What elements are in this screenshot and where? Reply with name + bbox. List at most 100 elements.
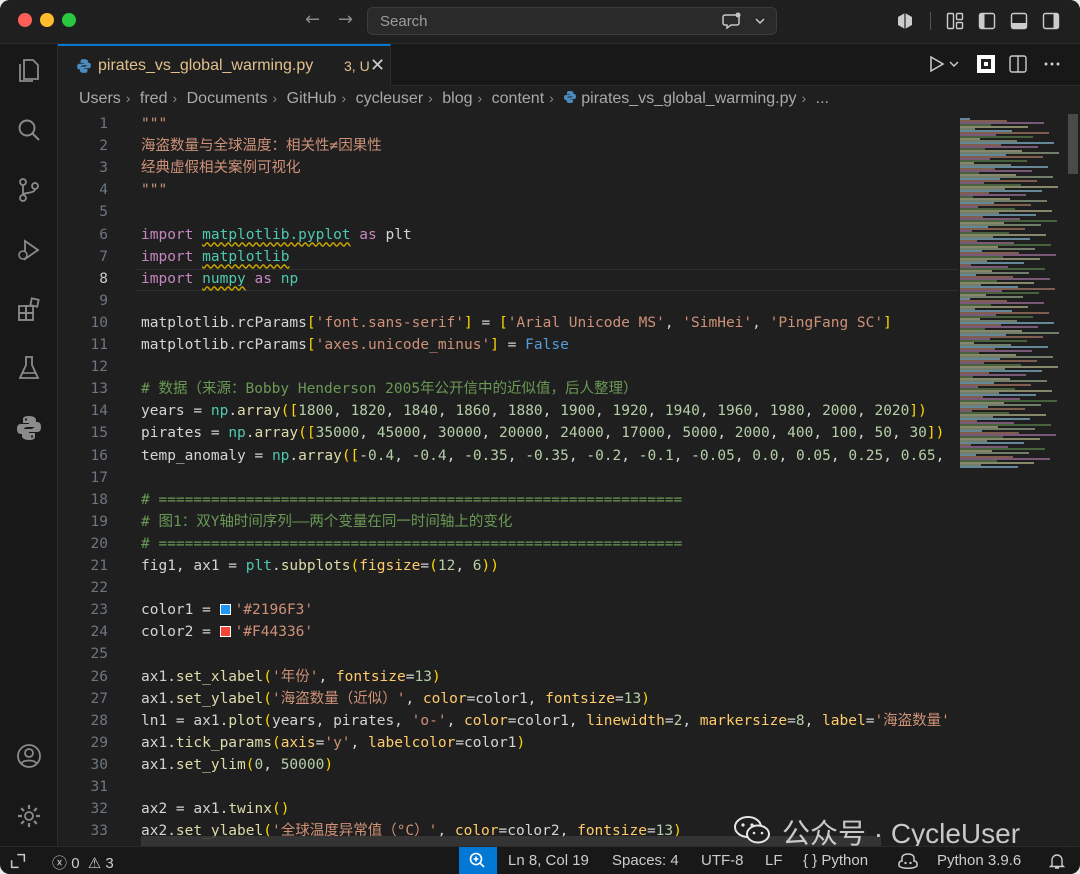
chevron-right-icon: ›: [477, 90, 483, 106]
python-interpreter[interactable]: Python 3.9.6: [937, 852, 1021, 869]
code-line[interactable]: # 图1：双Y轴时间序列——两个变量在同一时间轴上的变化: [141, 511, 512, 533]
settings-gear-icon[interactable]: [15, 802, 43, 830]
zoom-indicator[interactable]: [459, 847, 497, 874]
problems-indicator[interactable]: ⓧ 0 ⚠ 3: [52, 852, 114, 873]
line-number: 28: [90, 712, 108, 729]
line-number: 18: [90, 491, 108, 508]
toggle-secondary-sidebar-icon[interactable]: [1042, 12, 1060, 30]
back-arrow-icon[interactable]: ←: [305, 9, 320, 30]
code-line[interactable]: import numpy as np: [141, 268, 298, 290]
code-line[interactable]: """: [141, 179, 167, 201]
forward-arrow-icon[interactable]: →: [338, 9, 353, 30]
code-line[interactable]: import matplotlib.pyplot as plt: [141, 224, 412, 246]
account-cube-icon[interactable]: [896, 12, 914, 30]
code-line[interactable]: # ======================================…: [141, 489, 682, 511]
breadcrumb-item-github[interactable]: GitHub: [287, 90, 337, 107]
copilot-chat-icon[interactable]: [722, 12, 742, 30]
warning-count: 3: [105, 855, 114, 872]
warning-triangle-icon: ⚠: [87, 855, 102, 872]
tab-close-icon[interactable]: ✕: [370, 55, 385, 76]
breadcrumb-item-cycleuser[interactable]: cycleuser: [356, 90, 424, 107]
vertical-scrollbar[interactable]: [1066, 114, 1080, 846]
code-line[interactable]: ax2 = ax1.twinx(): [141, 798, 289, 820]
minimap-line: [960, 466, 1018, 468]
copilot-icon[interactable]: [898, 852, 918, 870]
window-maximize-button[interactable]: [62, 13, 76, 27]
run-and-debug-icon[interactable]: [15, 236, 43, 264]
toggle-primary-sidebar-icon[interactable]: [978, 12, 996, 30]
indentation[interactable]: Spaces: 4: [612, 852, 679, 869]
code-line[interactable]: years = np.array([1800, 1820, 1840, 1860…: [141, 400, 927, 422]
code-line[interactable]: matplotlib.rcParams['axes.unicode_minus'…: [141, 334, 569, 356]
code-line[interactable]: ax1.set_ylim(0, 50000): [141, 754, 333, 776]
tab-filename: pirates_vs_global_warming.py: [98, 57, 314, 74]
customize-layout-icon[interactable]: [946, 12, 964, 30]
more-actions-icon[interactable]: [1042, 54, 1062, 74]
open-changes-icon[interactable]: [976, 54, 996, 74]
line-number: 3: [99, 160, 108, 177]
chevron-right-icon: ›: [272, 90, 278, 106]
code-line[interactable]: # ======================================…: [141, 533, 682, 555]
breadcrumb-item-fred[interactable]: fred: [140, 90, 168, 107]
scrollbar-thumb[interactable]: [1068, 114, 1078, 174]
language-mode[interactable]: { } Python: [803, 852, 868, 869]
status-bar: ⓧ 0 ⚠ 3 Ln 8, Col 19 Spaces: 4 UTF-8 LF …: [0, 846, 1080, 874]
line-number: 7: [99, 248, 108, 265]
code-line[interactable]: color1 = '#2196F3': [141, 599, 313, 621]
line-number: 5: [99, 204, 108, 221]
code-line[interactable]: pirates = np.array([35000, 45000, 30000,…: [141, 422, 944, 444]
cursor-position[interactable]: Ln 8, Col 19: [508, 852, 589, 869]
window-close-button[interactable]: [18, 13, 32, 27]
line-number: 9: [99, 292, 108, 309]
code-line[interactable]: matplotlib.rcParams['font.sans-serif'] =…: [141, 312, 892, 334]
breadcrumb-item-content[interactable]: content: [492, 90, 544, 107]
file-encoding[interactable]: UTF-8: [701, 852, 744, 869]
breadcrumb-item-documents[interactable]: Documents: [187, 90, 268, 107]
source-control-icon[interactable]: [15, 176, 43, 204]
title-bar: ← → Search: [0, 0, 1080, 44]
extensions-icon[interactable]: [15, 296, 43, 324]
code-line[interactable]: # 数据（来源：Bobby Henderson 2005年公开信中的近似值，后人…: [141, 378, 638, 400]
code-editor[interactable]: 1 2 3 4 5 6 7 8 9 10 11 12 13 14 15 16 17 18 19 20 21 22 23 24 2…: [58, 114, 958, 846]
line-number: 31: [90, 779, 108, 795]
braces-icon: { }: [803, 852, 818, 869]
breadcrumb-item-symbols[interactable]: ...: [816, 90, 829, 107]
code-line[interactable]: 海盗数量与全球温度：相关性≠因果性: [141, 135, 382, 157]
breadcrumb-item-blog[interactable]: blog: [442, 90, 472, 107]
line-number: 21: [90, 558, 108, 574]
code-line[interactable]: ax1.set_xlabel('年份', fontsize=13): [141, 666, 441, 688]
python-icon[interactable]: [15, 414, 43, 442]
line-number: 15: [90, 425, 108, 442]
remote-indicator-icon[interactable]: [0, 847, 44, 874]
run-python-file-icon[interactable]: [928, 54, 962, 74]
code-line[interactable]: ax1.set_ylabel('海盗数量（近似）', color=color1,…: [141, 688, 650, 710]
split-editor-icon[interactable]: [1008, 54, 1028, 74]
window-minimize-button[interactable]: [40, 13, 54, 27]
breadcrumb-item-users[interactable]: Users: [79, 90, 121, 107]
search-icon[interactable]: [15, 116, 43, 144]
code-line[interactable]: temp_anomaly = np.array([-0.4, -0.4, -0.…: [141, 445, 944, 467]
line-number: 26: [90, 668, 108, 685]
chevron-right-icon: ›: [428, 90, 433, 106]
code-line[interactable]: fig1, ax1 = plt.subplots(figsize=(12, 6)…: [141, 555, 499, 577]
explorer-files-icon[interactable]: [15, 56, 43, 84]
code-line[interactable]: ax1.tick_params(axis='y', labelcolor=col…: [141, 732, 525, 754]
line-number: 32: [90, 801, 108, 818]
testing-flask-icon[interactable]: [15, 354, 43, 382]
tab-pirates-vs-global-warming[interactable]: pirates_vs_global_warming.py 3, U ✕: [58, 44, 391, 86]
code-line[interactable]: color2 = '#F44336': [141, 621, 313, 643]
breadcrumb-item-file[interactable]: pirates_vs_global_warming.py: [581, 90, 796, 107]
code-line[interactable]: import matplotlib: [141, 246, 289, 268]
chevron-down-icon[interactable]: [754, 12, 766, 30]
accounts-icon[interactable]: [15, 742, 43, 770]
command-center-search[interactable]: Search: [367, 7, 777, 35]
end-of-line[interactable]: LF: [765, 852, 783, 869]
notifications-bell-icon[interactable]: [1048, 852, 1066, 870]
code-line[interactable]: ln1 = ax1.plot(years, pirates, 'o-', col…: [141, 710, 950, 732]
minimap[interactable]: [958, 114, 1064, 846]
code-line[interactable]: 经典虚假相关案例可视化: [141, 157, 301, 179]
code-line[interactable]: """: [141, 114, 167, 135]
zoom-magnifier-icon: [469, 852, 485, 868]
toggle-panel-icon[interactable]: [1010, 12, 1028, 30]
line-number: 1: [99, 116, 108, 132]
